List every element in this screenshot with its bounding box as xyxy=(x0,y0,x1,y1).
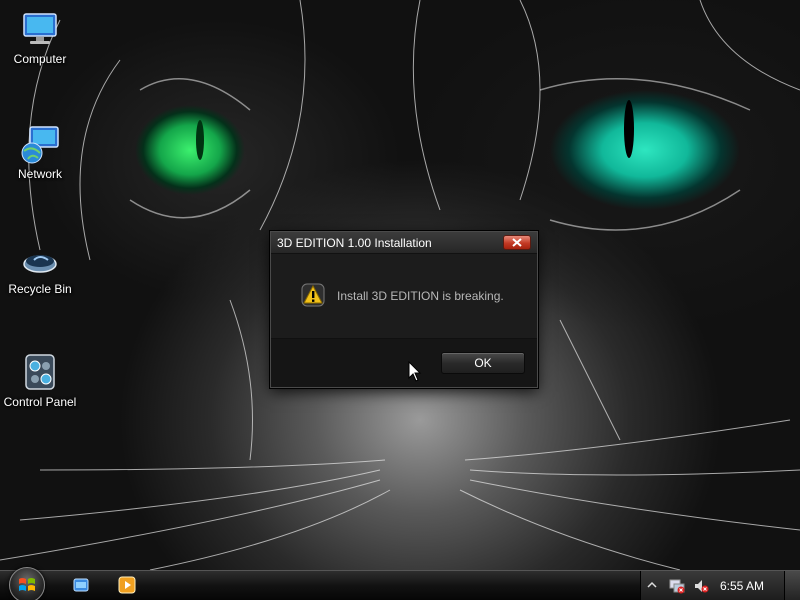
ok-button[interactable]: OK xyxy=(441,352,525,374)
desktop-icon-network[interactable]: Network xyxy=(0,125,80,181)
desktop-icon-label: Recycle Bin xyxy=(8,282,72,296)
volume-muted-icon[interactable] xyxy=(693,578,709,594)
desktop-icon-label: Control Panel xyxy=(3,395,77,409)
dialog-body: Install 3D EDITION is breaking. xyxy=(271,254,537,338)
recycle-bin-icon xyxy=(23,255,57,273)
windows-start-orb-icon xyxy=(19,578,35,591)
close-icon xyxy=(512,238,522,247)
dialog-footer: OK xyxy=(271,338,537,387)
desktop-icon-label: Network xyxy=(17,167,62,181)
network-status-icon[interactable] xyxy=(669,578,685,594)
installation-error-dialog: 3D EDITION 1.00 Installation Install 3D … xyxy=(270,231,538,388)
computer-icon xyxy=(23,13,57,44)
quicklaunch-media-player[interactable] xyxy=(118,576,136,594)
dialog-message: Install 3D EDITION is breaking. xyxy=(337,289,504,303)
network-icon xyxy=(21,126,59,164)
dialog-close-button[interactable] xyxy=(503,235,531,250)
explorer-icon xyxy=(73,578,89,592)
dialog-title-bar[interactable]: 3D EDITION 1.00 Installation xyxy=(271,232,537,254)
media-player-icon xyxy=(118,576,136,594)
cat-right-pupil xyxy=(624,100,634,158)
taskbar-clock[interactable]: 6:55 AM xyxy=(720,579,764,593)
desktop-icon-recycle-bin[interactable]: Recycle Bin xyxy=(0,240,80,296)
cat-left-pupil xyxy=(196,120,204,160)
quicklaunch-explorer[interactable] xyxy=(72,576,90,594)
show-hidden-icons-arrow[interactable] xyxy=(647,580,657,590)
desktop-icon-computer[interactable]: Computer xyxy=(0,10,80,66)
dialog-title: 3D EDITION 1.00 Installation xyxy=(277,236,432,250)
desktop-icon-control-panel[interactable]: Control Panel xyxy=(0,353,80,409)
taskbar: 6:55 AM xyxy=(0,567,800,600)
control-panel-icon xyxy=(25,354,55,390)
desktop-icon-label: Computer xyxy=(13,52,67,66)
start-button[interactable] xyxy=(9,567,45,600)
warning-icon xyxy=(301,283,325,307)
mouse-cursor-icon xyxy=(408,361,422,382)
show-desktop-button[interactable] xyxy=(784,571,800,600)
